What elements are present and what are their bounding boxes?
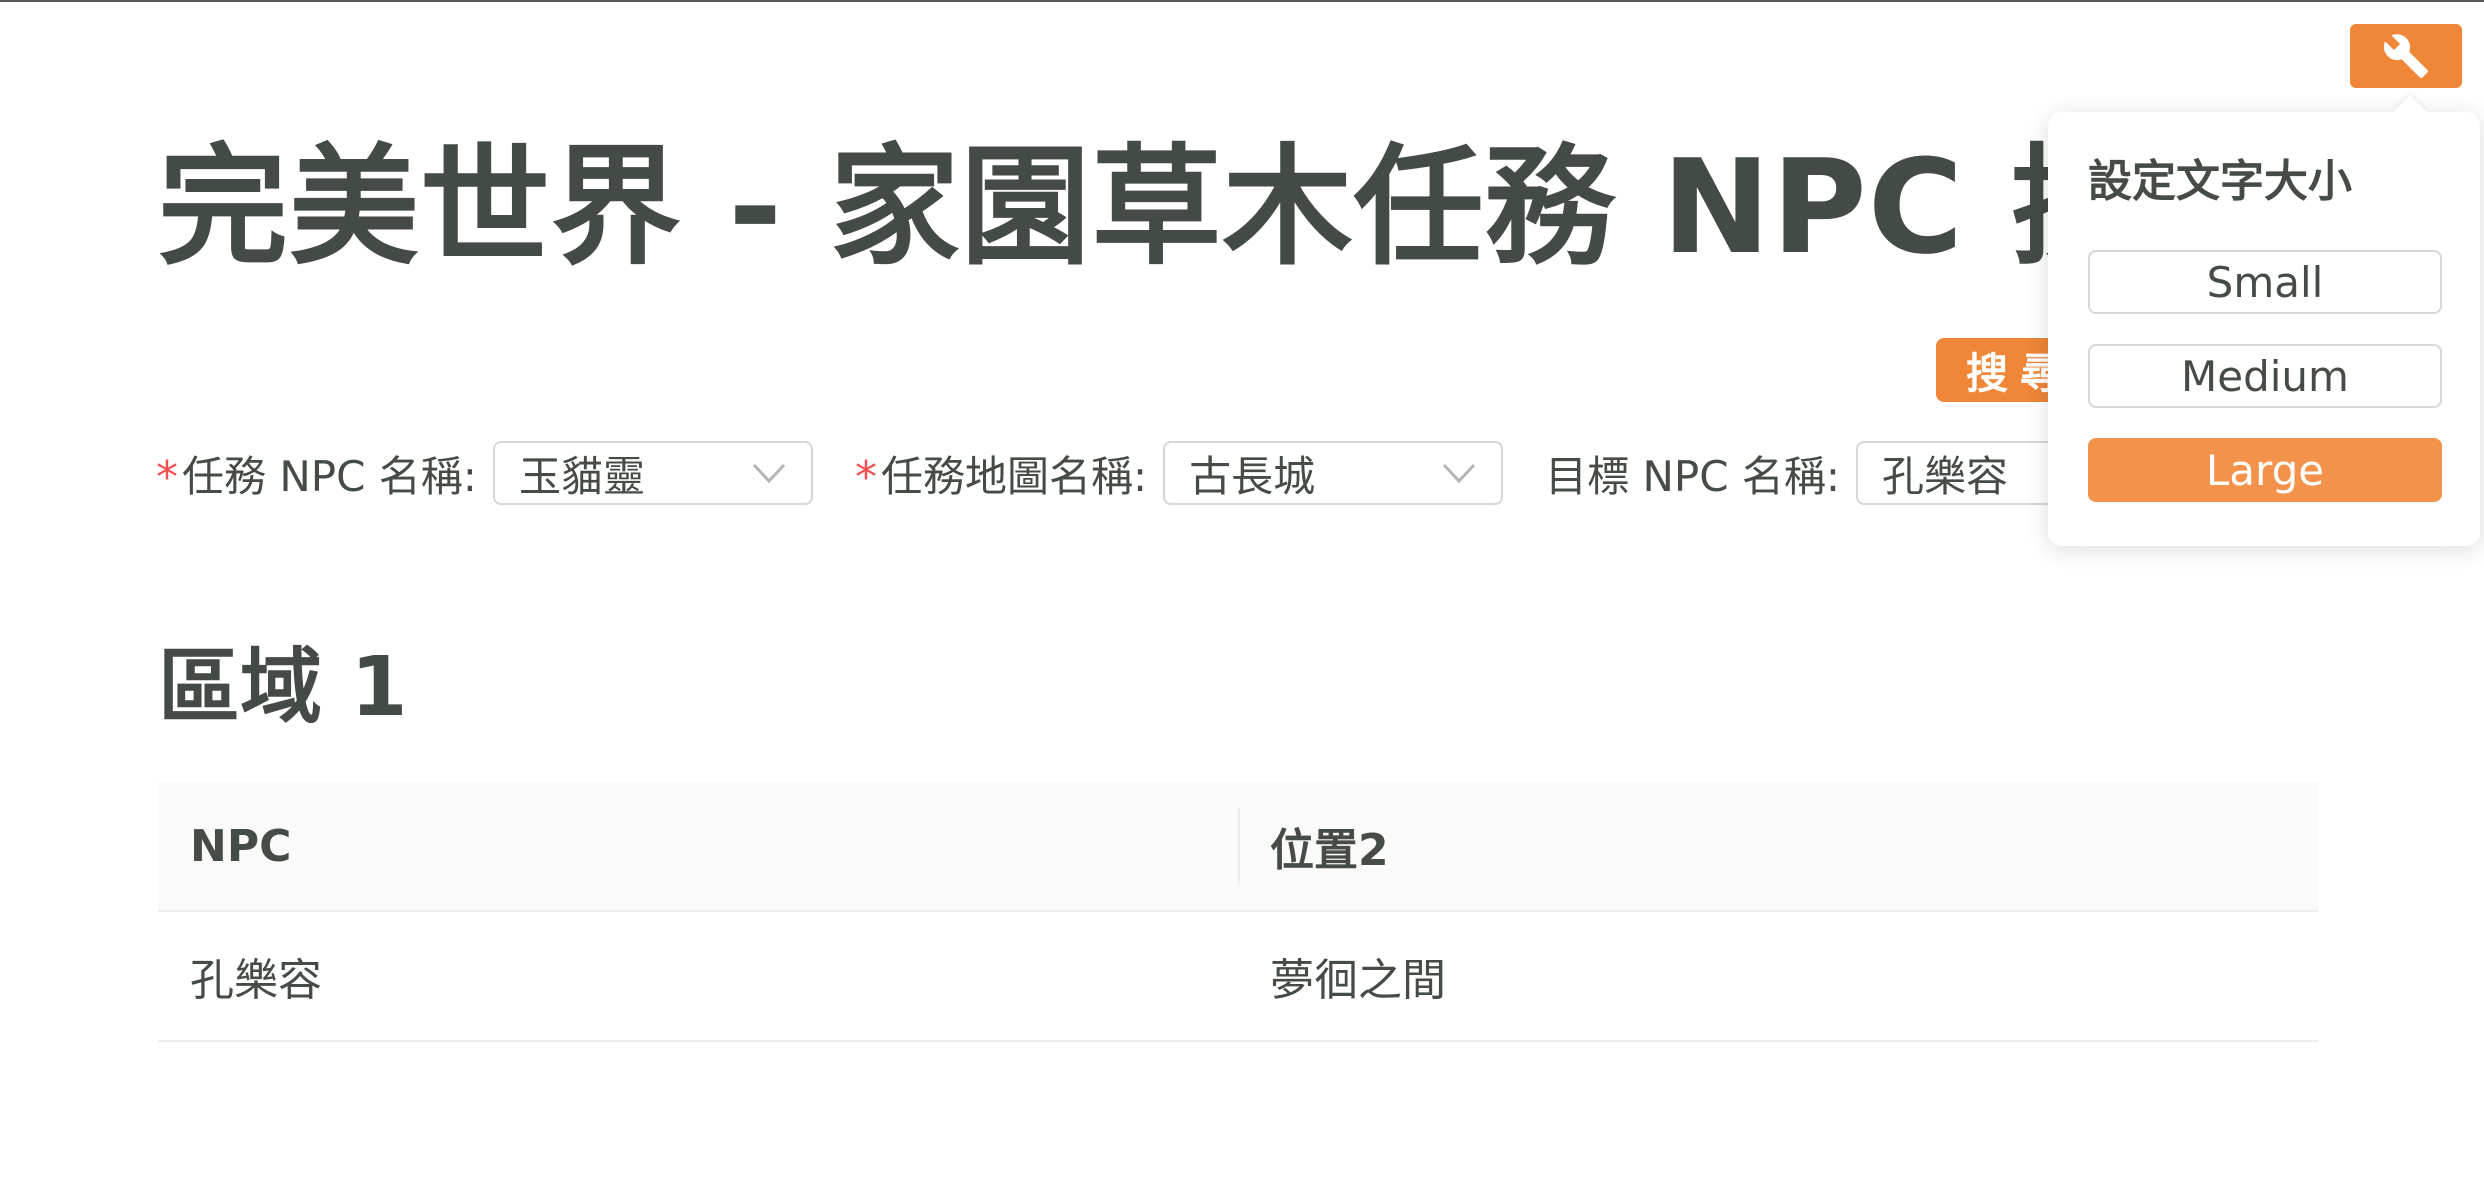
task-npc-value: 玉貓靈: [518, 451, 645, 501]
font-size-large-button[interactable]: Large: [2088, 438, 2442, 502]
chevron-down-icon: [752, 463, 786, 484]
table-cell-location: 夢徊之間: [1238, 911, 2318, 1042]
task-npc-select[interactable]: 玉貓靈: [492, 441, 813, 505]
task-npc-label: 任務 NPC 名稱:: [182, 451, 477, 501]
column-header-location: 位置2: [1238, 782, 2318, 912]
task-map-select[interactable]: 古長城: [1163, 441, 1504, 505]
table-cell-npc: 孔樂容: [158, 911, 1238, 1042]
required-mark: *: [156, 451, 178, 503]
search-form: * 任務 NPC 名稱: 玉貓靈 * 任務地圖名稱: 古長城 目標 NPC 名稱…: [156, 440, 2218, 506]
table-header-row: NPC 位置2: [158, 782, 2318, 912]
section-title: 區域 1: [158, 640, 408, 735]
target-npc-value: 孔樂容: [1882, 451, 2009, 501]
chevron-down-icon: [1442, 463, 1476, 484]
table-row: 孔樂容 夢徊之間: [158, 911, 2318, 1042]
settings-button[interactable]: [2350, 24, 2462, 88]
font-size-medium-button[interactable]: Medium: [2088, 344, 2442, 408]
task-npc-field: * 任務 NPC 名稱: 玉貓靈: [156, 441, 813, 505]
task-map-label: 任務地圖名稱:: [880, 451, 1148, 501]
font-size-small-button[interactable]: Small: [2088, 250, 2442, 314]
target-npc-label: 目標 NPC 名稱:: [1545, 451, 1841, 501]
wrench-icon: [2383, 34, 2428, 78]
popover-title: 設定文字大小: [2088, 156, 2352, 207]
column-header-npc: NPC: [158, 782, 1238, 912]
font-size-popover: 設定文字大小 Small Medium Large: [2048, 112, 2480, 546]
required-mark: *: [854, 451, 877, 503]
results-table: NPC 位置2 孔樂容 夢徊之間: [158, 782, 2318, 1042]
page-title: 完美世界 - 家園草木任務 NPC 搜尋: [158, 131, 2273, 283]
task-map-field: * 任務地圖名稱: 古長城: [854, 441, 1504, 505]
task-map-value: 古長城: [1189, 451, 1316, 501]
